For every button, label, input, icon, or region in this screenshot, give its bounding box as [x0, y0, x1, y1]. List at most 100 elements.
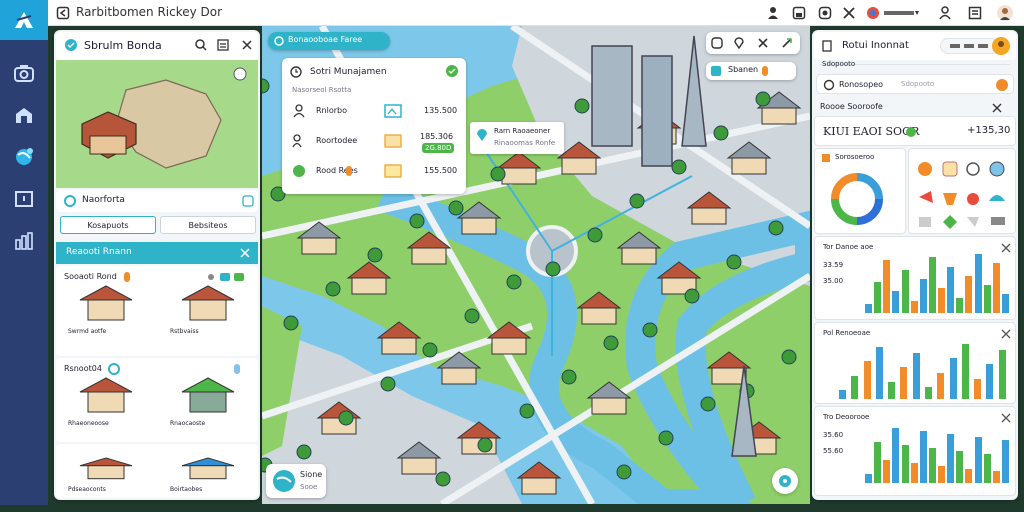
avatar[interactable]: [996, 4, 1014, 22]
save-icon[interactable]: [790, 4, 808, 22]
house-tile[interactable]: Rstbvaiss: [162, 282, 254, 352]
city-map[interactable]: Bonaooboae Faree Sbanen Sotri Munajamen …: [262, 26, 810, 504]
search-secondary: Sdopooto: [901, 80, 935, 88]
close-icon[interactable]: [240, 38, 254, 52]
map-tree: [338, 410, 354, 426]
chart-bar: [851, 375, 859, 399]
screen-chip[interactable]: Sbanen: [706, 62, 796, 80]
chart-bar: [883, 459, 891, 483]
locate-icon: [779, 475, 791, 487]
collapse-icon[interactable]: [992, 103, 1004, 113]
house-tile[interactable]: Rhaeoneoose: [60, 374, 152, 444]
image-icon: [384, 104, 402, 118]
map-tree: [448, 200, 464, 216]
filter-header: Naorforta: [56, 190, 258, 212]
back-icon[interactable]: [54, 4, 72, 22]
management-row[interactable]: Roortodee 185.306 2G.80D: [282, 128, 466, 156]
bar-chart-card-1[interactable]: Tor Danoe aoe 33.59 35.00: [814, 236, 1016, 320]
map-tree: [409, 213, 425, 229]
chart-value: 35.60: [823, 431, 844, 439]
map-tree: [616, 464, 632, 480]
map-filter-pill[interactable]: Bonaooboae Faree: [268, 32, 390, 50]
management-row[interactable]: Rood Rees 155.500: [282, 158, 466, 186]
info-icon[interactable]: [242, 195, 254, 207]
help-icon[interactable]: [995, 78, 1009, 92]
close-icon[interactable]: [1001, 413, 1011, 423]
right-subheader: Sdopooto: [822, 60, 856, 68]
menu-icon[interactable]: [966, 4, 984, 22]
expand-icon[interactable]: [780, 36, 794, 50]
house-tile[interactable]: Boirtaobes: [162, 454, 254, 498]
profile-icon[interactable]: [992, 37, 1010, 55]
close-icon[interactable]: [756, 36, 770, 50]
chart-bar: [910, 300, 918, 313]
map-tree: [464, 308, 480, 324]
section-header[interactable]: Reaooti Rnann: [56, 242, 258, 264]
grid-icon[interactable]: [216, 38, 230, 52]
chart-bar: [983, 454, 991, 483]
bar-chart: [865, 425, 1011, 483]
search-icon: [823, 79, 835, 91]
location-popup[interactable]: Rarn Raoaeoner Rinaoomas Ronfe: [470, 122, 564, 154]
chart-bar: [865, 474, 872, 483]
kpi-card[interactable]: KIUI EAOI SOOR +135,30: [814, 116, 1016, 146]
icon-grid-card[interactable]: [908, 148, 1016, 234]
map-tree: [768, 220, 784, 236]
chart-bar: [919, 430, 927, 483]
bar-chart-card-2[interactable]: Pol Renoeoae: [814, 322, 1016, 404]
chart-bar: [961, 343, 969, 399]
management-row[interactable]: Rnlorbo 135.500: [282, 98, 466, 126]
tools-icon[interactable]: [840, 4, 858, 22]
map-pill-label: Bonaooboae Faree: [288, 35, 363, 44]
chart-bar: [910, 462, 918, 483]
document-icon: [384, 134, 402, 148]
tab-kosapuots[interactable]: Kosapuots: [60, 216, 156, 234]
house-label: Rstbvaiss: [170, 328, 199, 335]
house-tile[interactable]: Rnaocaoste: [162, 374, 254, 444]
tab-bebsiteos[interactable]: Bebsiteos: [160, 216, 256, 234]
camera-icon[interactable]: [12, 62, 36, 84]
record-icon[interactable]: [816, 4, 834, 22]
house-tile[interactable]: Swrmd aotfe: [60, 282, 152, 352]
doc-icon: [822, 40, 832, 52]
layers-icon[interactable]: [710, 36, 724, 50]
building-icon[interactable]: [12, 104, 36, 126]
map-toolbar: [706, 32, 800, 54]
pin-icon[interactable]: [732, 36, 746, 50]
right-toggle[interactable]: [940, 38, 1000, 54]
mini-map[interactable]: [56, 60, 258, 188]
right-search-input[interactable]: Ronosopeo Sdopooto: [816, 74, 1014, 94]
browser-icon[interactable]: [864, 4, 882, 22]
panel-icon[interactable]: [12, 188, 36, 210]
user-icon: [293, 104, 305, 118]
chart-bar: [863, 361, 871, 399]
weather-card[interactable]: Sione Sooe: [266, 464, 326, 498]
house-label: Rhaeoneoose: [68, 420, 109, 427]
close-icon[interactable]: [1001, 329, 1011, 339]
user-icon[interactable]: [764, 4, 782, 22]
weather-title: Sione: [300, 470, 323, 479]
left-panel: Sbrulm Bonda Naorforta Kosapuots Bebsite…: [54, 30, 260, 500]
search-icon[interactable]: [194, 38, 208, 52]
kpi-value: +135,30: [967, 125, 1011, 136]
check-icon[interactable]: [446, 65, 458, 77]
house-tile[interactable]: Pdseaoconts: [60, 454, 152, 498]
chart-bar: [983, 285, 991, 313]
donut-card[interactable]: Sorosoeroo: [814, 148, 906, 234]
left-header: Sbrulm Bonda: [56, 32, 258, 60]
screen-label: Sbanen: [728, 65, 759, 74]
chart-bar: [947, 433, 955, 483]
target-icon: [64, 195, 76, 207]
bar-chart-card-3[interactable]: Tro Deoorooe 35.60 55.60: [814, 406, 1016, 496]
collapse-icon[interactable]: [240, 248, 250, 258]
group-tools-icon[interactable]: [206, 272, 246, 282]
search-value: Ronosopeo: [839, 80, 884, 89]
app-logo-icon[interactable]: [0, 0, 48, 40]
popup-title: Rarn Raoaeoner: [494, 127, 551, 135]
map-tree: [658, 430, 674, 446]
locate-button[interactable]: [772, 468, 798, 494]
profile-menu-icon[interactable]: [882, 4, 922, 22]
account-icon[interactable]: [936, 4, 954, 22]
chart-icon[interactable]: [12, 230, 36, 252]
globe-icon[interactable]: [12, 146, 36, 168]
